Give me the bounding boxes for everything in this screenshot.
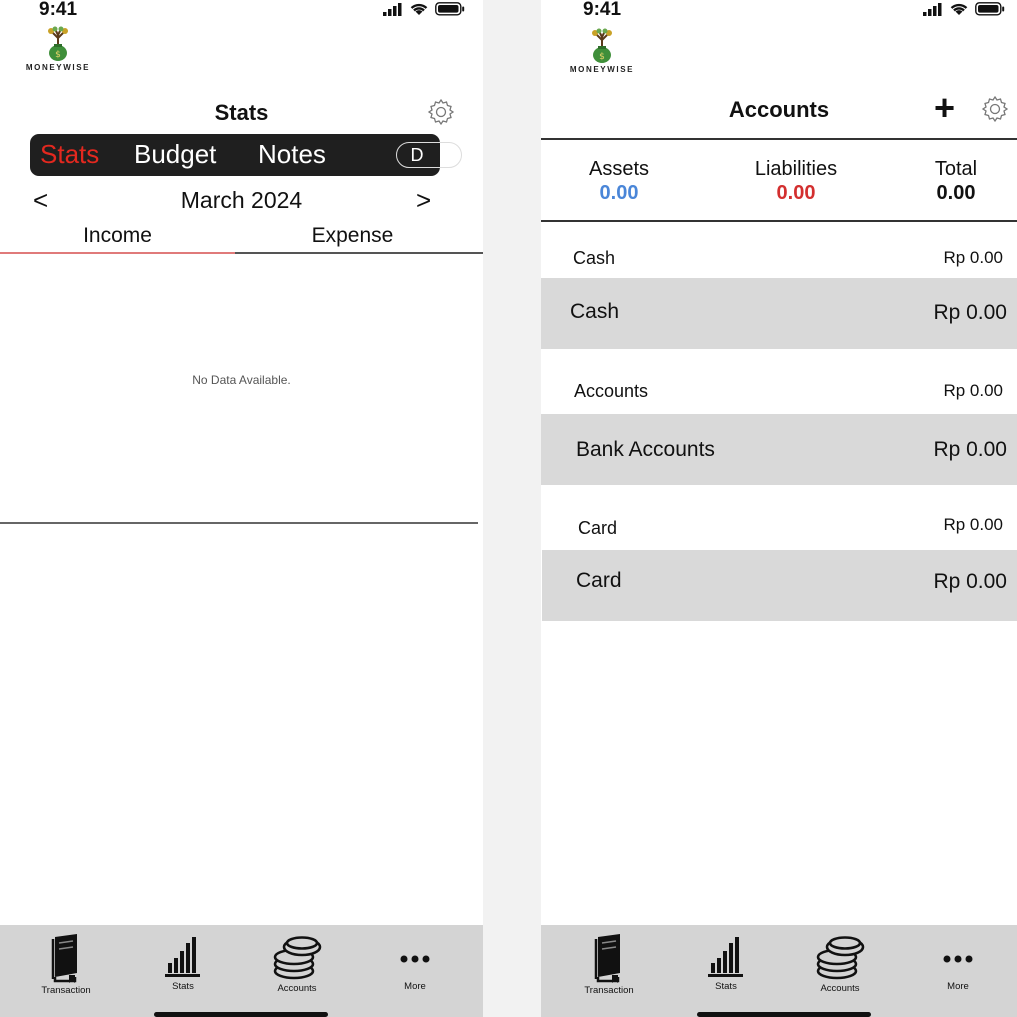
status-time: 9:41: [583, 0, 622, 20]
signal-icon: [923, 2, 942, 16]
tab-income[interactable]: Income: [0, 224, 235, 248]
total-label: Total: [934, 158, 978, 180]
group-name: Card: [578, 518, 618, 538]
group-total: Rp 0.00: [943, 248, 1003, 267]
brand-name: MONEYWISE: [25, 63, 91, 72]
group-header-card: Card Rp 0.00: [541, 515, 1017, 555]
home-indicator: [697, 1012, 871, 1017]
month-label: March 2024: [180, 187, 303, 213]
signal-icon: [383, 2, 402, 16]
tab-stats[interactable]: Stats: [143, 933, 223, 992]
status-bar: 9:41: [541, 0, 1017, 22]
assets-value: 0.00: [599, 182, 639, 204]
bar-chart-icon: [708, 937, 743, 977]
status-icons: [923, 2, 1005, 16]
moneywise-logo: $ MONEYWISE: [21, 26, 95, 76]
add-account-button[interactable]: +: [934, 90, 955, 126]
coins-icon: [816, 936, 865, 980]
wifi-icon: [410, 3, 428, 15]
total-summary: Total 0.00: [916, 158, 996, 205]
account-name: Cash: [570, 300, 620, 323]
group-total: Rp 0.00: [943, 381, 1003, 400]
gear-icon[interactable]: [426, 97, 456, 127]
tab-accounts[interactable]: Accounts: [257, 933, 337, 994]
gear-icon[interactable]: [980, 94, 1010, 124]
segment-stats[interactable]: Stats: [40, 139, 99, 170]
account-amount: Rp 0.00: [933, 301, 1007, 324]
money-bag-tree-icon: $: [48, 26, 68, 61]
segment-control: Stats Budget Notes D v: [30, 134, 462, 176]
home-indicator: [154, 1012, 328, 1017]
group-total: Rp 0.00: [943, 515, 1003, 534]
segment-budget[interactable]: Budget: [134, 139, 216, 170]
period-value: D: [410, 144, 424, 165]
status-time: 9:41: [39, 0, 78, 20]
tab-bar: Transaction Stats Accounts More: [541, 925, 1017, 1017]
bar-chart-icon: [165, 937, 200, 977]
liabilities-value: 0.00: [776, 182, 816, 204]
tab-accounts-label: Accounts: [277, 983, 317, 994]
tab-more-label: More: [947, 981, 969, 992]
account-row-bank-accounts[interactable]: Bank Accounts Rp 0.00: [541, 414, 1017, 485]
month-navigator: < March 2024 >: [0, 185, 483, 219]
account-name: Card: [576, 569, 622, 592]
account-row-card[interactable]: Card Rp 0.00: [542, 550, 1017, 621]
accounts-screen: 9:41 $ MONEYWISE Accounts + Assets 0.00 …: [541, 0, 1017, 1017]
battery-icon: [435, 2, 465, 16]
group-name: Accounts: [574, 381, 649, 401]
tab-stats[interactable]: Stats: [686, 933, 766, 992]
segment-notes[interactable]: Notes: [258, 139, 326, 170]
empty-state-message: No Data Available.: [192, 373, 291, 387]
active-tab-indicator: [0, 252, 235, 254]
tab-more[interactable]: More: [918, 933, 998, 992]
period-select[interactable]: D v: [396, 142, 462, 168]
next-month-button[interactable]: >: [416, 185, 431, 216]
wifi-icon: [950, 3, 968, 15]
status-bar: 9:41: [0, 0, 483, 22]
tab-expense[interactable]: Expense: [235, 224, 470, 248]
book-icon: [51, 934, 77, 983]
tab-more-label: More: [404, 981, 426, 992]
account-name: Bank Accounts: [576, 438, 715, 461]
moneywise-logo: $ MONEYWISE: [565, 28, 639, 78]
tab-stats-label: Stats: [172, 981, 194, 992]
accounts-summary: Assets 0.00 Liabilities 0.00 Total 0.00: [541, 138, 1017, 222]
coins-icon: [273, 936, 322, 980]
more-dots-icon: [400, 955, 430, 963]
group-name: Cash: [573, 248, 616, 268]
liabilities-summary: Liabilities 0.00: [741, 158, 851, 205]
brand-name: MONEYWISE: [569, 65, 635, 74]
account-amount: Rp 0.00: [933, 438, 1007, 461]
tab-transaction-label: Transaction: [584, 985, 634, 996]
more-dots-icon: [943, 955, 973, 963]
tab-transaction[interactable]: Transaction: [569, 933, 649, 996]
divider: [0, 522, 478, 524]
book-icon: [594, 934, 620, 983]
account-row-cash[interactable]: Cash Rp 0.00: [541, 278, 1017, 349]
status-icons: [383, 2, 465, 16]
total-value: 0.00: [936, 182, 976, 204]
liabilities-label: Liabilities: [754, 158, 838, 180]
tab-bar: Transaction Stats Accounts More: [0, 925, 483, 1017]
page-title: Stats: [214, 100, 269, 125]
tab-stats-label: Stats: [715, 981, 737, 992]
svg-text:$: $: [599, 52, 605, 62]
tab-accounts-label: Accounts: [820, 983, 860, 994]
battery-icon: [975, 2, 1005, 16]
chevron-down-icon: v: [441, 148, 448, 162]
account-amount: Rp 0.00: [933, 570, 1007, 593]
tab-transaction-label: Transaction: [41, 985, 91, 996]
money-bag-tree-icon: $: [592, 28, 612, 63]
assets-label: Assets: [588, 158, 650, 180]
svg-text:$: $: [55, 50, 61, 60]
stats-screen: 9:41 $ MONEYWISE Stats Stats Budget Note…: [0, 0, 483, 1017]
tab-transaction[interactable]: Transaction: [26, 933, 106, 996]
tab-more[interactable]: More: [375, 933, 455, 992]
income-expense-tabs: Income Expense: [0, 222, 483, 254]
assets-summary: Assets 0.00: [569, 158, 669, 205]
tab-accounts[interactable]: Accounts: [800, 933, 880, 994]
